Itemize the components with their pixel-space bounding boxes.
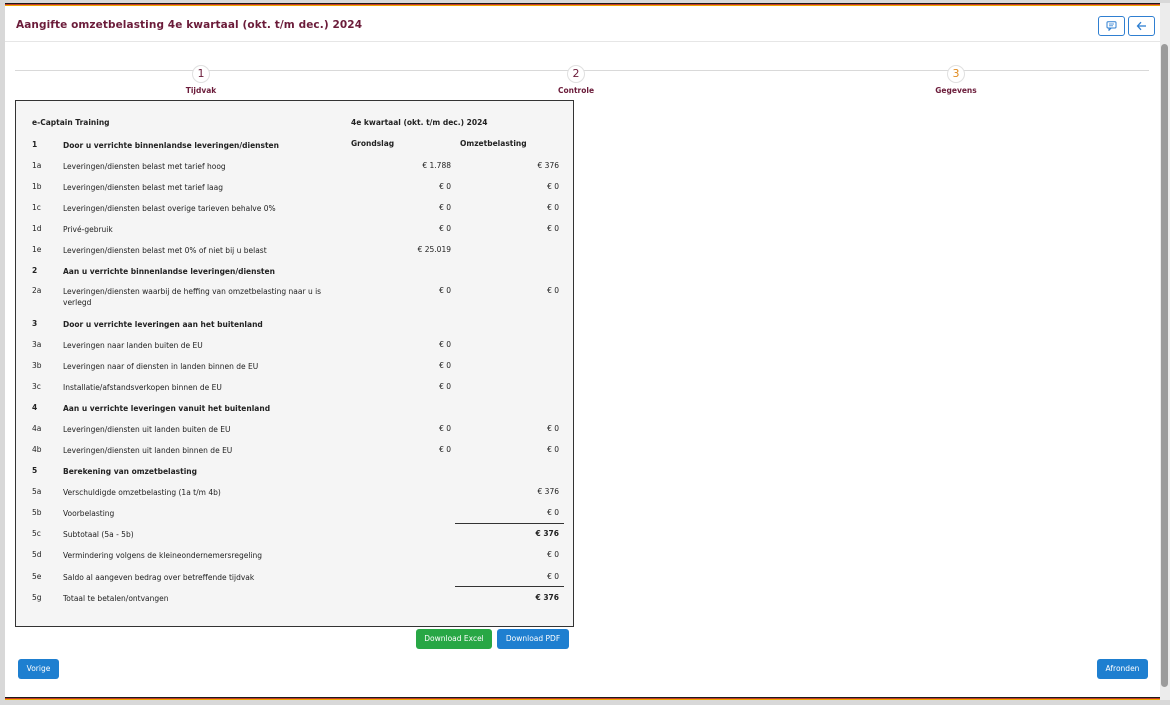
row-description: Leveringen/diensten belast met 0% of nie… [63, 246, 267, 255]
row-base-amount: € 0 [439, 424, 451, 433]
column-header-base: Grondslag [351, 139, 395, 148]
row-description: Privé-gebruik [63, 225, 113, 234]
row-tax-amount: € 0 [547, 508, 559, 517]
row-description: Berekening van omzetbelasting [63, 467, 198, 476]
bottom-stripe [5, 697, 1160, 700]
stepper: 1 Tijdvak 2 Controle 3 Gegevens [15, 62, 1149, 95]
row-tax-amount: € 376 [537, 487, 559, 496]
row-base-amount: € 0 [439, 340, 451, 349]
report-period: 4e kwartaal (okt. t/m dec.) 2024 [351, 118, 488, 127]
step-number: 1 [192, 65, 210, 83]
scrollbar[interactable] [1160, 3, 1170, 700]
row-description: Leveringen/diensten uit landen binnen de… [63, 446, 233, 455]
company-name: e-Captain Training [32, 118, 110, 127]
step-label: Controle [557, 86, 595, 95]
row-base-amount: € 0 [439, 382, 451, 391]
row-description: Subtotaal (5a - 5b) [63, 530, 134, 539]
step-number: 2 [567, 65, 585, 83]
row-code: 3 [32, 319, 38, 328]
page-title: Aangifte omzetbelasting 4e kwartaal (okt… [16, 19, 363, 31]
step-controle[interactable]: 2 Controle [536, 62, 616, 95]
scrollbar-thumb[interactable] [1161, 44, 1168, 687]
row-description: Aan u verrichte binnenlandse leveringen/… [63, 267, 275, 276]
comment-icon [1106, 21, 1117, 32]
header: Aangifte omzetbelasting 4e kwartaal (okt… [5, 6, 1160, 42]
app-window: Aangifte omzetbelasting 4e kwartaal (okt… [5, 3, 1160, 700]
row-code: 1a [32, 161, 42, 170]
row-description: Door u verrichte binnenlandse leveringen… [63, 141, 279, 150]
row-description: Door u verrichte leveringen aan het buit… [63, 320, 263, 329]
row-description: Leveringen/diensten uit landen buiten de… [63, 425, 231, 434]
column-header-tax: Omzetbelasting [460, 139, 527, 148]
row-description: Totaal te betalen/ontvangen [63, 594, 169, 603]
row-description: Installatie/afstandsverkopen binnen de E… [63, 383, 222, 392]
row-base-amount: € 0 [439, 445, 451, 454]
step-tijdvak[interactable]: 1 Tijdvak [161, 62, 241, 95]
row-code: 4a [32, 424, 42, 433]
row-code: 2a [32, 286, 42, 295]
finish-button[interactable]: Afronden [1097, 659, 1148, 679]
back-button[interactable] [1128, 16, 1155, 36]
row-description: Leveringen/diensten belast met tarief ho… [63, 162, 226, 171]
step-gegevens[interactable]: 3 Gegevens [916, 62, 996, 95]
row-tax-amount: € 0 [547, 286, 559, 295]
row-base-amount: € 1.788 [422, 161, 451, 170]
row-tax-amount: € 0 [547, 550, 559, 559]
step-label: Tijdvak [185, 86, 217, 95]
subtotal-line [455, 523, 564, 524]
row-code: 3a [32, 340, 42, 349]
row-code: 5b [32, 508, 42, 517]
row-tax-amount: € 0 [547, 445, 559, 454]
row-description: Leveringen/diensten belast met tarief la… [63, 183, 224, 192]
row-code: 5 [32, 466, 38, 475]
row-code: 1e [32, 245, 42, 254]
download-excel-button[interactable]: Download Excel [416, 629, 492, 649]
row-code: 5d [32, 550, 42, 559]
row-code: 5c [32, 529, 41, 538]
row-tax-amount: € 0 [547, 572, 559, 581]
row-description: Voorbelasting [63, 509, 115, 518]
row-base-amount: € 25.019 [417, 245, 451, 254]
row-code: 1d [32, 224, 42, 233]
arrow-left-icon [1136, 21, 1146, 31]
row-code: 4 [32, 403, 38, 412]
row-base-amount: € 0 [439, 286, 451, 295]
step-number: 3 [947, 65, 965, 83]
vat-report: e-Captain Training 4e kwartaal (okt. t/m… [15, 100, 574, 627]
row-base-amount: € 0 [439, 224, 451, 233]
row-description: Leveringen/diensten belast overige tarie… [63, 204, 276, 213]
row-description: Leveringen naar of diensten in landen bi… [63, 362, 259, 371]
step-label: Gegevens [935, 86, 977, 95]
download-pdf-button[interactable]: Download PDF [497, 629, 569, 649]
row-description: Aan u verrichte leveringen vanuit het bu… [63, 404, 271, 413]
row-code: 1c [32, 203, 41, 212]
row-description: Verschuldigde omzetbelasting (1a t/m 4b) [63, 488, 221, 497]
row-code: 2 [32, 266, 38, 275]
previous-button[interactable]: Vorige [18, 659, 59, 679]
row-base-amount: € 0 [439, 361, 451, 370]
row-base-amount: € 0 [439, 182, 451, 191]
row-code: 5g [32, 593, 42, 602]
row-code: 5e [32, 572, 42, 581]
row-code: 5a [32, 487, 42, 496]
row-code: 3c [32, 382, 41, 391]
row-code: 1 [32, 140, 38, 149]
row-description: Vermindering volgens de kleineondernemer… [63, 551, 263, 560]
row-code: 4b [32, 445, 42, 454]
row-description: Saldo al aangeven bedrag over betreffend… [63, 573, 255, 582]
row-base-amount: € 0 [439, 203, 451, 212]
row-code: 3b [32, 361, 42, 370]
row-tax-amount: € 376 [535, 593, 560, 602]
row-tax-amount: € 376 [535, 529, 560, 538]
row-description: Leveringen naar landen buiten de EU [63, 341, 203, 350]
row-tax-amount: € 0 [547, 182, 559, 191]
row-tax-amount: € 0 [547, 224, 559, 233]
total-line [455, 586, 564, 587]
feedback-button[interactable] [1098, 16, 1125, 36]
row-description: Leveringen/diensten waarbij de heffing v… [63, 287, 322, 307]
row-tax-amount: € 0 [547, 203, 559, 212]
row-code: 1b [32, 182, 42, 191]
row-tax-amount: € 376 [537, 161, 559, 170]
row-tax-amount: € 0 [547, 424, 559, 433]
